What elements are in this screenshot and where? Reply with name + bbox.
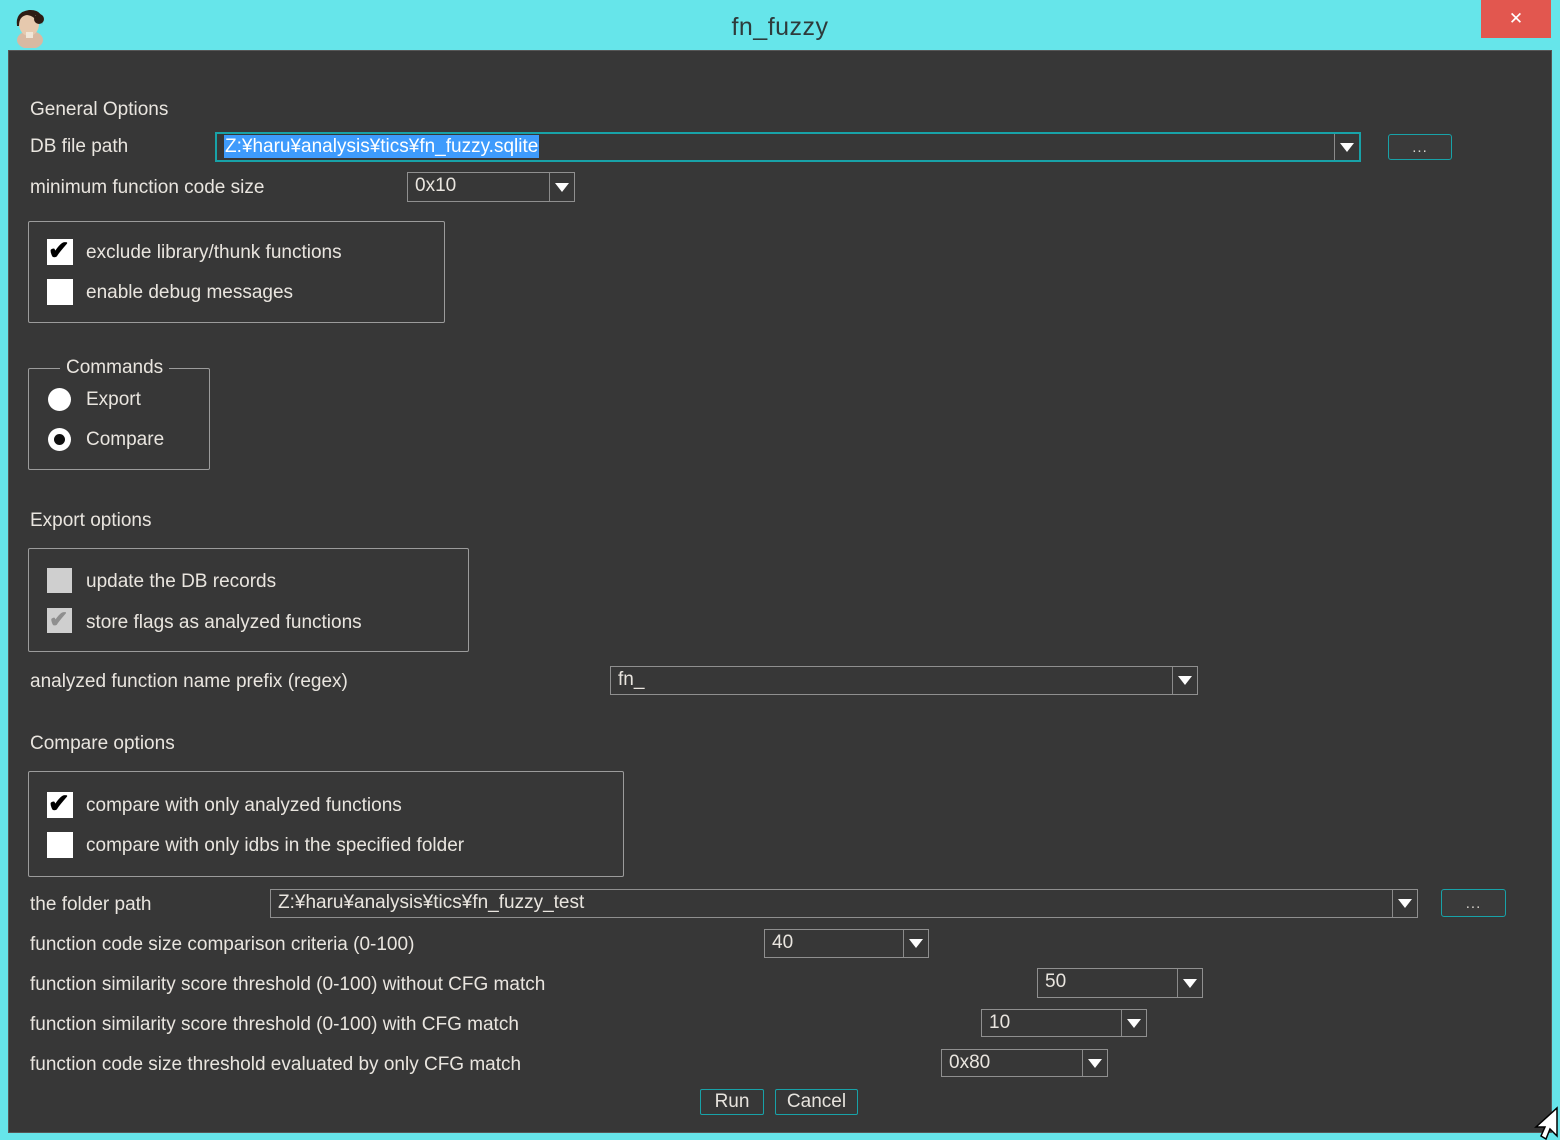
general-options-heading: General Options [30,98,168,122]
code-size-threshold-cfg-value: 0x80 [942,1050,1082,1076]
prefix-label: analyzed function name prefix (regex) [30,670,348,694]
fn-fuzzy-dialog: fn_fuzzy ✕ General Options DB file path … [0,0,1560,1140]
compare-options-group [28,771,624,877]
export-radio-label[interactable]: Export [86,388,141,412]
compare-idbs-folder-checkbox[interactable] [47,832,73,858]
code-size-threshold-cfg-select[interactable]: 0x80 [941,1049,1108,1077]
min-code-size-dropdown-button[interactable] [549,173,574,201]
exclude-library-label[interactable]: exclude library/thunk functions [86,241,342,265]
commands-group [28,368,210,470]
dropdown-arrow-icon [1178,676,1192,685]
dropdown-arrow-icon [909,939,923,948]
similarity-with-cfg-label: function similarity score threshold (0-1… [30,1013,519,1037]
close-button[interactable]: ✕ [1481,0,1551,38]
code-size-threshold-cfg-dropdown-button[interactable] [1082,1050,1107,1076]
min-code-size-label: minimum function code size [30,176,264,200]
dropdown-arrow-icon [1398,899,1412,908]
similarity-without-cfg-label: function similarity score threshold (0-1… [30,973,545,997]
code-size-criteria-value: 40 [765,930,903,957]
min-code-size-select[interactable]: 0x10 [407,172,575,202]
store-flags-checkbox [47,608,72,633]
similarity-with-cfg-value: 10 [982,1010,1121,1036]
run-button[interactable]: Run [700,1089,764,1115]
store-flags-label: store flags as analyzed functions [86,611,362,635]
cancel-button[interactable]: Cancel [775,1089,858,1115]
exclude-library-checkbox[interactable] [47,239,73,265]
window-title: fn_fuzzy [0,13,1560,42]
commands-group-title: Commands [60,356,169,380]
dropdown-arrow-icon [1127,1019,1141,1028]
db-file-path-value: Z:¥haru¥analysis¥tics¥fn_fuzzy.sqlite [217,134,1334,160]
similarity-without-cfg-dropdown-button[interactable] [1177,969,1202,997]
prefix-input[interactable]: fn_ [610,666,1198,695]
folder-path-browse-button[interactable]: ... [1441,889,1506,917]
titlebar[interactable]: fn_fuzzy ✕ [0,0,1560,50]
folder-path-dropdown-button[interactable] [1392,890,1417,917]
general-checkbox-group [28,221,445,323]
enable-debug-label[interactable]: enable debug messages [86,281,293,305]
code-size-criteria-label: function code size comparison criteria (… [30,933,414,957]
similarity-with-cfg-dropdown-button[interactable] [1121,1010,1146,1036]
similarity-without-cfg-value: 50 [1038,969,1177,997]
code-size-criteria-dropdown-button[interactable] [903,930,928,957]
dropdown-arrow-icon [1088,1059,1102,1068]
similarity-with-cfg-select[interactable]: 10 [981,1009,1147,1037]
folder-path-value: Z:¥haru¥analysis¥tics¥fn_fuzzy_test [271,890,1392,917]
folder-path-label: the folder path [30,893,151,917]
compare-idbs-folder-label[interactable]: compare with only idbs in the specified … [86,834,464,858]
similarity-without-cfg-select[interactable]: 50 [1037,968,1203,998]
export-radio[interactable] [48,388,71,411]
update-db-records-label: update the DB records [86,570,276,594]
selected-text: Z:¥haru¥analysis¥tics¥fn_fuzzy.sqlite [224,135,539,158]
code-size-criteria-select[interactable]: 40 [764,929,929,958]
compare-radio[interactable] [48,428,71,451]
folder-path-input[interactable]: Z:¥haru¥analysis¥tics¥fn_fuzzy_test [270,889,1418,918]
db-file-path-browse-button[interactable]: ... [1388,134,1452,160]
compare-analyzed-checkbox[interactable] [47,792,73,818]
code-size-threshold-cfg-label: function code size threshold evaluated b… [30,1053,521,1077]
export-options-heading: Export options [30,509,151,533]
update-db-records-checkbox [47,568,72,593]
compare-analyzed-label[interactable]: compare with only analyzed functions [86,794,402,818]
compare-radio-label[interactable]: Compare [86,428,164,452]
dropdown-arrow-icon [1340,143,1354,152]
compare-options-heading: Compare options [30,732,175,756]
dropdown-arrow-icon [1183,979,1197,988]
db-file-path-label: DB file path [30,135,128,159]
min-code-size-value: 0x10 [408,173,549,201]
dropdown-arrow-icon [555,183,569,192]
prefix-value: fn_ [611,667,1172,694]
db-file-path-dropdown-button[interactable] [1334,134,1359,160]
prefix-dropdown-button[interactable] [1172,667,1197,694]
enable-debug-checkbox[interactable] [47,279,73,305]
db-file-path-input[interactable]: Z:¥haru¥analysis¥tics¥fn_fuzzy.sqlite [215,132,1361,162]
export-options-group [28,548,469,652]
mouse-cursor [1516,1106,1560,1140]
